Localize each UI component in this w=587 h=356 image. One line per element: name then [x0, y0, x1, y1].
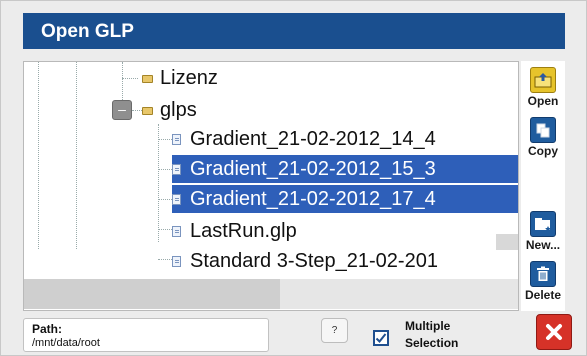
action-toolbar: Open Copy New... Delete: [521, 61, 565, 311]
new-folder-icon: [530, 211, 556, 237]
footer-bar: Path: /mnt/data/root ? Multiple Selectio…: [1, 313, 587, 356]
tree-guide-line: [158, 124, 159, 242]
open-folder-icon: [530, 67, 556, 93]
tree-guide-line: [158, 169, 172, 170]
path-display: Path: /mnt/data/root: [23, 318, 269, 352]
open-button[interactable]: Open: [521, 67, 565, 108]
tree-guide-line: [158, 139, 172, 140]
close-icon: [546, 324, 562, 340]
tree-node-label: LastRun.glp: [190, 219, 297, 242]
trash-icon: [530, 261, 556, 287]
title-bar: Open GLP: [23, 13, 565, 49]
copy-button[interactable]: Copy: [521, 117, 565, 158]
tree-node-file-selected[interactable]: Gradient_21-02-2012_17_4: [172, 185, 518, 213]
close-button[interactable]: [536, 314, 572, 350]
multiple-selection-checkbox[interactable]: [373, 330, 389, 346]
help-icon: ?: [331, 325, 338, 336]
tree-node-label: Gradient_21-02-2012_14_4: [190, 127, 436, 150]
open-glp-dialog: Open GLP Lizenz – glps Gradient_21-02-20…: [0, 0, 587, 356]
file-icon: [172, 133, 181, 145]
file-icon: [172, 255, 181, 267]
tree-node-label: glps: [160, 98, 197, 121]
file-tree[interactable]: Lizenz – glps Gradient_21-02-2012_14_4 G…: [23, 61, 519, 311]
open-label: Open: [527, 94, 559, 108]
multiple-selection-label: Multiple Selection: [405, 318, 458, 352]
horizontal-scrollbar-thumb[interactable]: [280, 279, 518, 309]
tree-guide-line: [38, 62, 39, 249]
horizontal-scrollbar[interactable]: [24, 279, 518, 309]
path-label: Path:: [32, 322, 62, 336]
tree-node-file[interactable]: Standard 3-Step_21-02-201: [172, 247, 441, 275]
folder-icon: [142, 107, 153, 115]
tree-node-file[interactable]: Gradient_21-02-2012_14_4: [172, 125, 439, 153]
file-icon: [172, 225, 181, 237]
tree-node-label: Lizenz: [160, 66, 218, 89]
tree-guide-line: [76, 62, 77, 249]
tree-guide-line: [158, 199, 172, 200]
dialog-title: Open GLP: [41, 21, 134, 42]
tree-node-glps[interactable]: glps: [142, 96, 200, 124]
collapse-toggle-button[interactable]: –: [112, 100, 132, 120]
path-value: /mnt/data/root: [32, 337, 100, 349]
folder-icon: [142, 75, 153, 83]
help-button[interactable]: ?: [321, 318, 348, 343]
delete-button[interactable]: Delete: [521, 261, 565, 302]
tree-node-file-selected[interactable]: Gradient_21-02-2012_15_3: [172, 155, 518, 183]
tree-guide-line: [122, 78, 138, 79]
tree-node-label: Gradient_21-02-2012_17_4: [190, 187, 436, 210]
vertical-scrollbar[interactable]: [496, 234, 518, 250]
copy-label: Copy: [528, 144, 558, 158]
new-button[interactable]: New...: [521, 211, 565, 252]
tree-guide-line: [158, 229, 172, 230]
new-label: New...: [525, 238, 561, 252]
file-icon: [172, 193, 181, 205]
multiple-selection-label-line1: Multiple: [405, 319, 451, 333]
tree-node-file[interactable]: LastRun.glp: [172, 217, 300, 245]
file-icon: [172, 163, 181, 175]
delete-label: Delete: [524, 288, 562, 302]
tree-guide-line: [158, 259, 172, 260]
tree-node-label: Gradient_21-02-2012_15_3: [190, 157, 436, 180]
multiple-selection-label-line2: Selection: [405, 336, 459, 350]
tree-node-lizenz[interactable]: Lizenz: [142, 64, 221, 92]
checkmark-icon: [375, 333, 387, 343]
tree-node-label: Standard 3-Step_21-02-201: [190, 249, 438, 272]
copy-icon: [530, 117, 556, 143]
